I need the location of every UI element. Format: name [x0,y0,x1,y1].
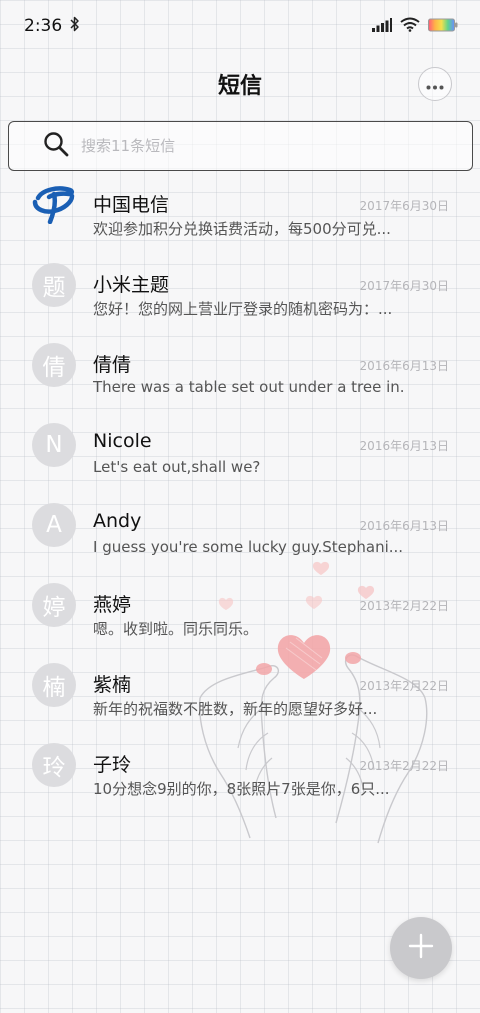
avatar [32,183,76,227]
avatar: 楠 [32,663,76,707]
status-left: 2:36 [24,16,80,37]
plus-icon [408,933,434,963]
search-input[interactable] [81,137,441,155]
status-bar: 2:36 [0,0,480,52]
contact-name: 中国电信 [93,194,170,216]
message-preview: 10分想念9别的你，8张照片7张是你，6只... [93,780,390,798]
message-preview: I guess you're some lucky guy.Stephani..… [93,538,403,556]
message-date: 2016年6月13日 [359,519,449,533]
avatar: A [32,503,76,547]
message-date: 2017年6月30日 [359,279,449,293]
bluetooth-icon [70,16,80,37]
message-date: 2013年2月22日 [359,759,449,773]
message-date: 2013年2月22日 [359,679,449,693]
avatar: 题 [32,263,76,307]
contact-name: Andy [93,510,142,532]
conversation-item[interactable]: 中国电信 2017年6月30日 欢迎参加积分兑换话费活动，每500分可兑... [0,165,480,245]
conversation-item[interactable]: 玲 子玲 2013年2月22日 10分想念9别的你，8张照片7张是你，6只... [0,725,480,805]
avatar: N [32,423,76,467]
conversation-item[interactable]: 倩 倩倩 2016年6月13日 There was a table set ou… [0,325,480,405]
avatar: 婷 [32,583,76,627]
search-bar[interactable] [8,121,473,171]
search-icon [43,131,69,161]
message-date: 2017年6月30日 [359,199,449,213]
message-date: 2013年2月22日 [359,599,449,613]
conversation-item[interactable]: A Andy 2016年6月13日 I guess you're some lu… [0,485,480,565]
message-date: 2016年6月13日 [359,359,449,373]
contact-name: 倩倩 [93,354,132,376]
message-preview: 欢迎参加积分兑换话费活动，每500分可兑... [93,220,391,238]
avatar: 玲 [32,743,76,787]
more-horizontal-icon [426,75,444,94]
contact-name: 紫楠 [93,674,132,696]
conversation-item[interactable]: 楠 紫楠 2013年2月22日 新年的祝福数不胜数，新年的愿望好多好... [0,645,480,725]
message-preview: There was a table set out under a tree i… [93,378,403,396]
conversation-item[interactable]: N Nicole 2016年6月13日 Let's eat out,shall … [0,405,480,485]
conversation-item[interactable]: 题 小米主题 2017年6月30日 您好！您的网上营业厅登录的随机密码为：... [0,245,480,325]
message-preview: Let's eat out,shall we? [93,458,261,476]
new-message-button[interactable] [390,917,452,979]
contact-name: 燕婷 [93,594,132,616]
page-title: 短信 [217,74,262,99]
contact-name: 子玲 [93,754,132,776]
conversation-list: 中国电信 2017年6月30日 欢迎参加积分兑换话费活动，每500分可兑... … [0,165,480,805]
message-date: 2016年6月13日 [359,439,449,453]
message-preview: 新年的祝福数不胜数，新年的愿望好多好... [93,700,378,718]
battery-icon [428,17,458,36]
more-options-button[interactable] [418,67,452,101]
signal-bars-icon [372,17,392,36]
status-time: 2:36 [24,16,63,36]
wifi-icon [400,17,420,36]
message-preview: 嗯。收到啦。同乐同乐。 [93,620,259,638]
app-header: 短信 [0,60,480,108]
conversation-item[interactable]: 婷 燕婷 2013年2月22日 嗯。收到啦。同乐同乐。 [0,565,480,645]
contact-name: 小米主题 [93,274,170,296]
status-right [372,17,458,36]
message-preview: 您好！您的网上营业厅登录的随机密码为：... [93,300,393,318]
china-telecom-logo-icon [32,180,76,230]
avatar: 倩 [32,343,76,387]
contact-name: Nicole [93,430,152,452]
